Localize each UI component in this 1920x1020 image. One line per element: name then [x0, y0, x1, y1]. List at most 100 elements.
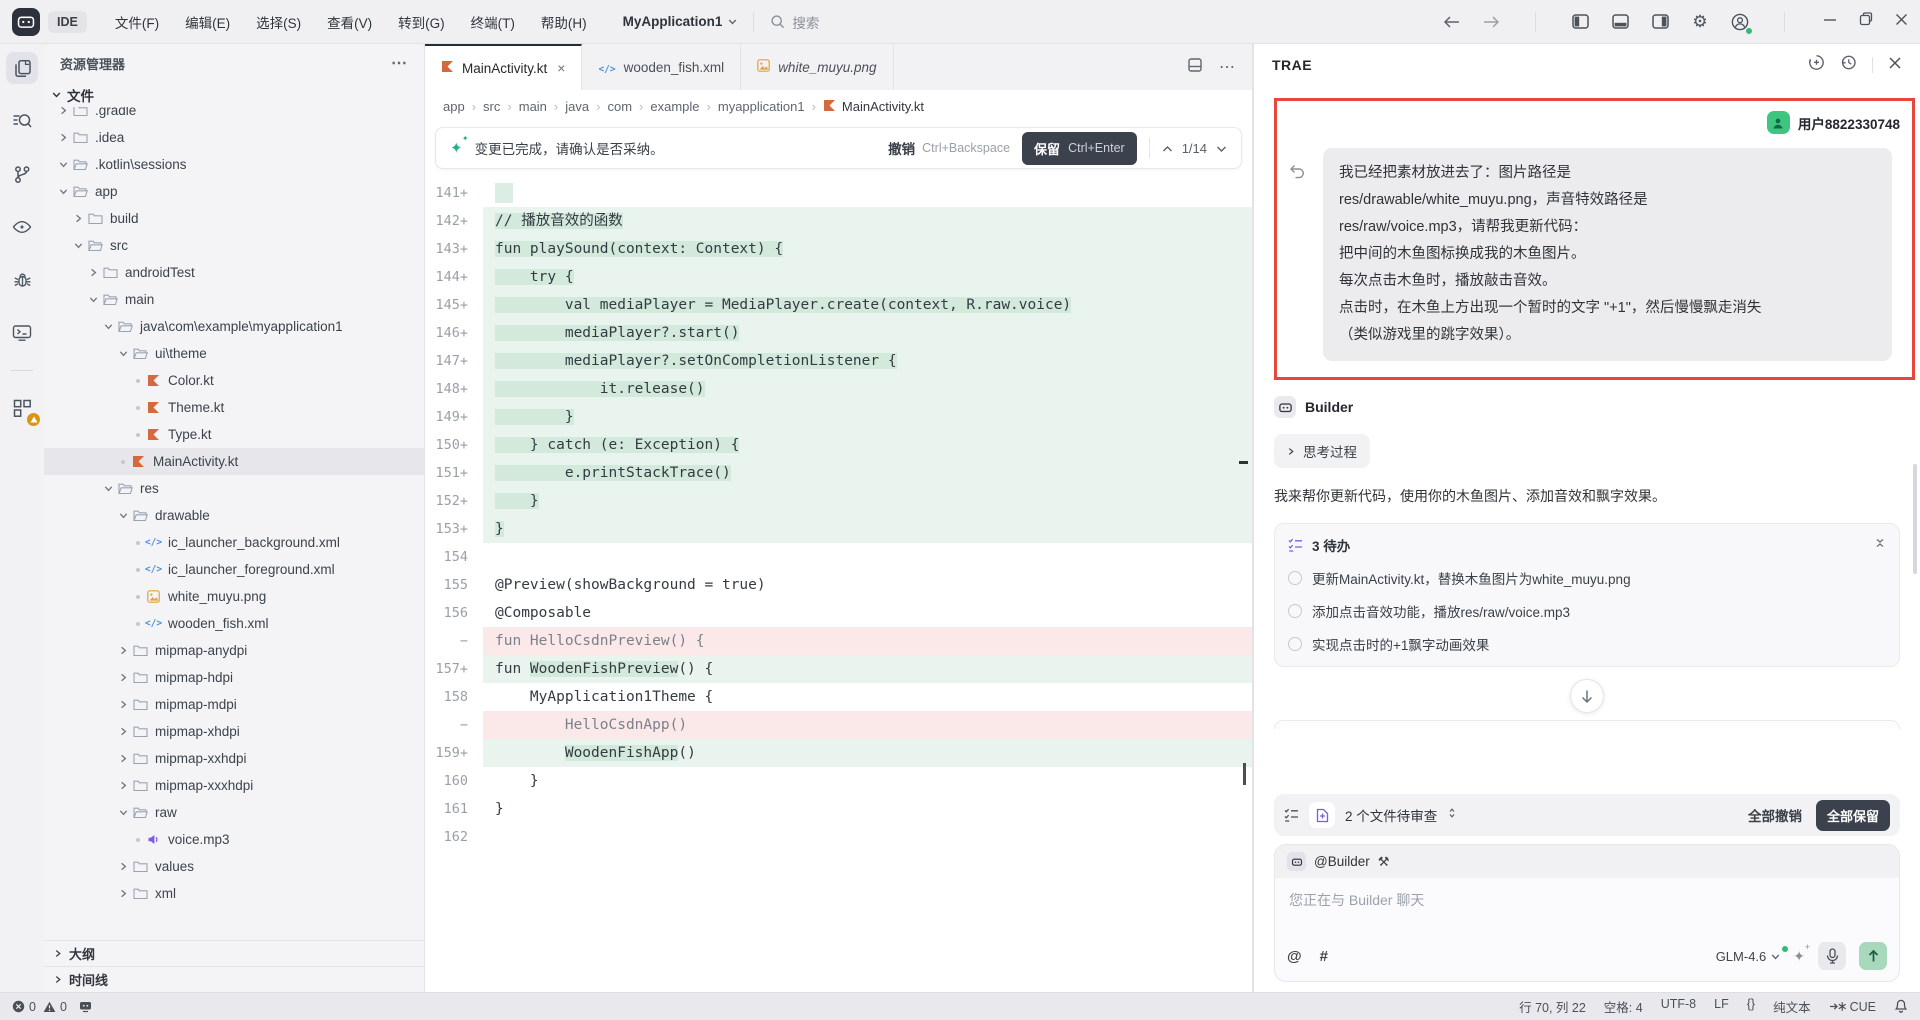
breadcrumb-item[interactable]: main	[519, 99, 547, 114]
tree-item[interactable]: build	[44, 205, 424, 232]
tree-item[interactable]: </>wooden_fish.xml	[44, 610, 424, 637]
tree-item[interactable]: src	[44, 232, 424, 259]
tree-item[interactable]: mipmap-mdpi	[44, 691, 424, 718]
tree-item[interactable]: mipmap-anydpi	[44, 637, 424, 664]
close-tab-icon[interactable]: ×	[557, 60, 565, 76]
collapse-todo-icon[interactable]	[1874, 536, 1886, 554]
status-item[interactable]: LF	[1714, 997, 1729, 1016]
project-switcher[interactable]: MyApplication1	[623, 14, 738, 29]
tree-item[interactable]: Color.kt	[44, 367, 424, 394]
breadcrumb-item[interactable]: app	[443, 99, 465, 114]
editor-tab[interactable]: </>wooden_fish.xml	[582, 44, 741, 90]
menu-item[interactable]: 终端(T)	[461, 7, 525, 37]
tree-item[interactable]: white_muyu.png	[44, 583, 424, 610]
menu-item[interactable]: 编辑(E)	[175, 7, 240, 37]
expand-files-icon[interactable]	[1447, 806, 1457, 824]
tree-item[interactable]: res	[44, 475, 424, 502]
open-changes-icon[interactable]	[1187, 57, 1203, 78]
tree-item[interactable]: </>ic_launcher_foreground.xml	[44, 556, 424, 583]
menu-item[interactable]: 选择(S)	[246, 7, 311, 37]
tree-item[interactable]: mipmap-hdpi	[44, 664, 424, 691]
trae-logo-icon[interactable]	[12, 8, 40, 36]
next-change-icon[interactable]	[1216, 141, 1227, 156]
status-item[interactable]: {}	[1747, 997, 1755, 1016]
files-section-header[interactable]: 文件	[44, 82, 424, 107]
thinking-process-toggle[interactable]: 思考过程	[1274, 434, 1370, 468]
model-selector[interactable]: GLM-4.6	[1716, 949, 1781, 964]
preview-eye-icon[interactable]	[6, 211, 38, 243]
breadcrumb-item[interactable]: java	[565, 99, 589, 114]
account-avatar[interactable]	[1728, 10, 1752, 34]
status-item[interactable]: 行 70, 列 22	[1519, 997, 1586, 1016]
agent-status-icon[interactable]	[78, 1000, 93, 1013]
terminal-panel-icon[interactable]	[6, 317, 38, 349]
toggle-left-panel-icon[interactable]	[1568, 10, 1592, 34]
tree-item[interactable]: voice.mp3	[44, 826, 424, 853]
tree-item[interactable]: raw	[44, 799, 424, 826]
status-item[interactable]: 纯文本	[1773, 997, 1811, 1016]
chat-history-icon[interactable]	[1840, 54, 1857, 76]
tree-item[interactable]: app	[44, 178, 424, 205]
status-item[interactable]: 空格: 4	[1604, 997, 1643, 1016]
keep-changes-button[interactable]: 保留 Ctrl+Enter	[1022, 132, 1137, 165]
errors-indicator[interactable]: 0	[12, 1000, 36, 1014]
tree-item[interactable]: MainActivity.kt	[44, 448, 424, 475]
tree-item[interactable]: Theme.kt	[44, 394, 424, 421]
breadcrumb-item[interactable]: example	[650, 99, 699, 114]
warnings-indicator[interactable]: 0	[43, 1000, 67, 1014]
chat-scrollbar[interactable]	[1913, 464, 1917, 574]
todo-checkbox[interactable]	[1288, 571, 1302, 585]
menu-item[interactable]: 转到(G)	[388, 7, 455, 37]
source-control-icon[interactable]	[6, 158, 38, 190]
todo-checkbox[interactable]	[1288, 604, 1302, 618]
timeline-section-header[interactable]: 时间线	[44, 966, 424, 992]
tools-icon[interactable]: ⚒	[1378, 854, 1390, 870]
editor-tab[interactable]: MainActivity.kt×	[425, 44, 582, 90]
restore-checkpoint-icon[interactable]	[1289, 164, 1315, 361]
explorer-more-icon[interactable]: ⋯	[391, 53, 408, 73]
extensions-icon[interactable]	[6, 392, 38, 424]
tree-item[interactable]: </>ic_launcher_background.xml	[44, 529, 424, 556]
keep-all-button[interactable]: 全部保留	[1816, 800, 1890, 831]
menu-item[interactable]: 帮助(H)	[531, 7, 597, 37]
tree-item[interactable]: mipmap-xxxhdpi	[44, 772, 424, 799]
editor-scrollbar-thumb[interactable]	[1243, 763, 1246, 785]
nav-forward-icon[interactable]	[1479, 10, 1503, 34]
code-editor[interactable]: 141+142+// 播放音效的函数143+fun playSound(cont…	[425, 175, 1252, 992]
tree-item[interactable]: drawable	[44, 502, 424, 529]
tree-item[interactable]: .kotlin\sessions	[44, 151, 424, 178]
search-panel-icon[interactable]	[6, 105, 38, 137]
menu-item[interactable]: 文件(F)	[105, 7, 169, 37]
tree-item[interactable]: .gradle	[44, 107, 424, 124]
tree-item[interactable]: mipmap-xhdpi	[44, 718, 424, 745]
breadcrumb-item[interactable]: src	[483, 99, 500, 114]
status-item[interactable]: UTF-8	[1661, 997, 1696, 1016]
cue-indicator[interactable]: CUE	[1829, 1000, 1876, 1014]
tree-item[interactable]: xml	[44, 880, 424, 907]
send-button[interactable]	[1859, 942, 1887, 970]
outline-section-header[interactable]: 大纲	[44, 940, 424, 966]
toggle-right-panel-icon[interactable]	[1648, 10, 1672, 34]
editor-more-icon[interactable]: ⋯	[1219, 57, 1236, 77]
notifications-bell-icon[interactable]	[1894, 998, 1908, 1016]
breadcrumb-item[interactable]: MainActivity.kt	[823, 99, 924, 115]
topic-icon[interactable]: #	[1320, 948, 1328, 965]
tree-item[interactable]: ui\theme	[44, 340, 424, 367]
toggle-bottom-panel-icon[interactable]	[1608, 10, 1632, 34]
mention-icon[interactable]: @	[1287, 948, 1302, 965]
tree-item[interactable]: java\com\example\myapplication1	[44, 313, 424, 340]
new-chat-icon[interactable]	[1808, 54, 1825, 76]
context-agent-label[interactable]: @Builder	[1314, 854, 1370, 869]
tree-item[interactable]: androidTest	[44, 259, 424, 286]
discard-changes-button[interactable]: 撤销 Ctrl+Backspace	[888, 138, 1010, 158]
voice-input-button[interactable]	[1818, 942, 1846, 970]
prev-change-icon[interactable]	[1162, 141, 1173, 156]
chat-input-field[interactable]: 您正在与 Builder 聊天	[1275, 878, 1899, 936]
tree-item[interactable]: mipmap-xxhdpi	[44, 745, 424, 772]
menu-item[interactable]: 查看(V)	[317, 7, 382, 37]
close-panel-icon[interactable]	[1888, 56, 1902, 75]
tree-item[interactable]: Type.kt	[44, 421, 424, 448]
breadcrumb-item[interactable]: com	[607, 99, 632, 114]
debug-bug-icon[interactable]	[6, 264, 38, 296]
todo-checkbox[interactable]	[1288, 637, 1302, 651]
